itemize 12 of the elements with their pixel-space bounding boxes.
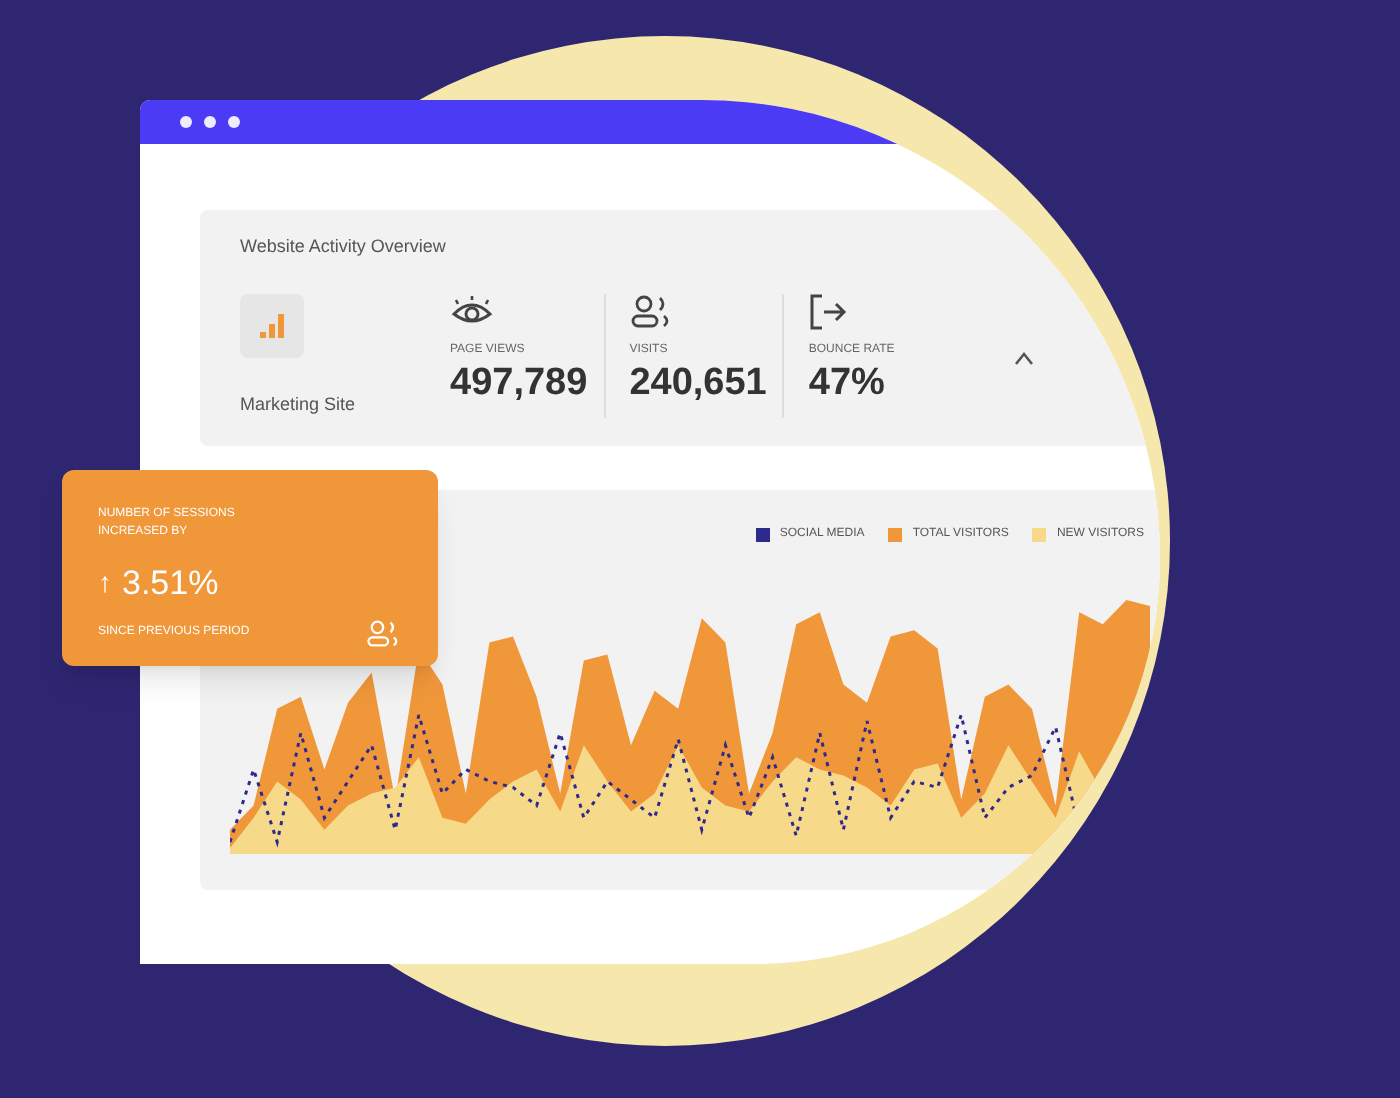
up-arrow: ↑	[98, 564, 112, 603]
exit-icon	[808, 293, 849, 329]
users-icon	[366, 617, 402, 649]
stat-value: 47%	[808, 359, 887, 407]
stat-value: 497,789	[450, 359, 588, 407]
users-icon	[629, 293, 674, 329]
site-name: Marketing Site	[240, 391, 358, 418]
bar-chart-icon	[258, 311, 286, 339]
chevron-icon	[1014, 349, 1035, 365]
overview-title: Website Activity Overview	[240, 234, 448, 260]
sessions-value: 3.51%	[122, 562, 219, 606]
stat-value: 240,651	[629, 359, 767, 407]
